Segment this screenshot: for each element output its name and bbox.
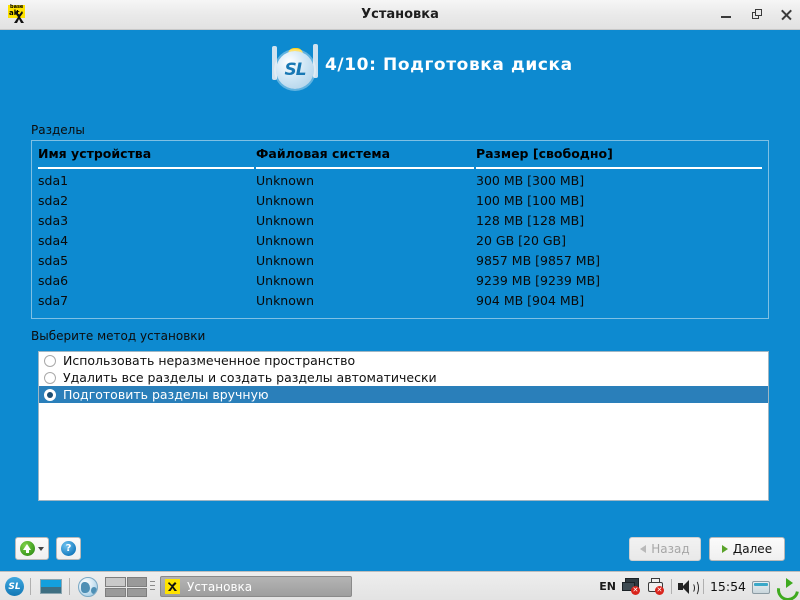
- system-tray: EN ✕ ✕ 15:54: [599, 572, 800, 600]
- volume-speaker-icon[interactable]: [677, 579, 699, 596]
- question-mark-icon: ?: [61, 541, 76, 556]
- step-title: 4/10: Подготовка диска: [325, 55, 573, 75]
- simply-linux-sl-logo-icon: SL: [268, 40, 324, 90]
- cell-filesystem: Unknown: [256, 173, 315, 188]
- cell-size: 300 MB [300 MB]: [476, 173, 585, 188]
- cell-device: sda1: [38, 173, 69, 188]
- restore-icon[interactable]: [748, 7, 764, 23]
- printer-error-icon[interactable]: ✕: [647, 578, 665, 595]
- show-desktop-icon[interactable]: [40, 579, 62, 594]
- column-header-device: Имя устройства: [38, 141, 254, 169]
- chevron-down-icon[interactable]: [38, 546, 44, 551]
- option-label: Удалить все разделы и создать разделы ав…: [63, 370, 437, 385]
- cell-device: sda3: [38, 213, 69, 228]
- cell-filesystem: Unknown: [256, 233, 315, 248]
- partitions-section-label: Разделы: [31, 123, 85, 137]
- column-header-filesystem: Файловая система: [256, 141, 474, 169]
- window-title: Установка: [361, 7, 439, 22]
- upload-log-button[interactable]: [15, 537, 49, 560]
- radio-icon[interactable]: [44, 354, 56, 367]
- cell-device: sda4: [38, 233, 69, 248]
- web-browser-icon[interactable]: [78, 577, 98, 597]
- titlebar: base alt Установка: [0, 0, 800, 30]
- removable-drive-icon[interactable]: [752, 579, 770, 595]
- cell-size: 904 MB [904 MB]: [476, 293, 585, 308]
- chevron-left-icon: [640, 545, 647, 553]
- task-button-label: Установка: [187, 579, 253, 594]
- cell-filesystem: Unknown: [256, 273, 315, 288]
- chevron-right-icon: [721, 545, 728, 553]
- cell-filesystem: Unknown: [256, 253, 315, 268]
- step-header: SL 4/10: Подготовка диска: [0, 31, 800, 93]
- install-method-option-manual[interactable]: Подготовить разделы вручную: [39, 386, 768, 403]
- basealt-logo-icon: [165, 579, 180, 594]
- installer-window: base alt Установка SL 4/10: Подготовка д…: [0, 0, 800, 600]
- table-row[interactable]: sda3 Unknown 128 MB [128 MB]: [32, 211, 768, 231]
- taskbar-separator: [30, 578, 31, 595]
- method-section-label: Выберите метод установки: [31, 329, 206, 343]
- table-row[interactable]: sda6 Unknown 9239 MB [9239 MB]: [32, 271, 768, 291]
- radio-icon-selected[interactable]: [44, 388, 56, 401]
- cell-filesystem: Unknown: [256, 213, 315, 228]
- next-button-label: Далее: [732, 542, 773, 556]
- taskbar-separator: [69, 578, 70, 595]
- task-button-installer[interactable]: Установка: [160, 576, 352, 597]
- table-row[interactable]: sda5 Unknown 9857 MB [9857 MB]: [32, 251, 768, 271]
- install-method-option-auto[interactable]: Удалить все разделы и создать разделы ав…: [39, 369, 768, 386]
- install-method-option-unallocated[interactable]: Использовать неразмеченное пространство: [39, 352, 768, 369]
- back-button[interactable]: Назад: [629, 537, 701, 561]
- table-header-row: Имя устройства Файловая система Размер […: [32, 141, 768, 171]
- install-method-list[interactable]: Использовать неразмеченное пространство …: [38, 351, 769, 501]
- pager-grip-handle[interactable]: [150, 581, 155, 592]
- next-button[interactable]: Далее: [709, 537, 785, 561]
- table-row[interactable]: sda4 Unknown 20 GB [20 GB]: [32, 231, 768, 251]
- table-row[interactable]: sda7 Unknown 904 MB [904 MB]: [32, 291, 768, 311]
- logout-power-icon[interactable]: [772, 574, 800, 600]
- workspace-pager-icon[interactable]: [105, 577, 147, 597]
- taskbar: SL Установка EN ✕ ✕ 15:54: [0, 571, 800, 600]
- table-row[interactable]: sda1 Unknown 300 MB [300 MB]: [32, 171, 768, 191]
- option-label: Использовать неразмеченное пространство: [63, 353, 356, 368]
- cell-filesystem: Unknown: [256, 293, 315, 308]
- green-up-arrow-icon: [20, 541, 35, 556]
- cell-device: sda5: [38, 253, 69, 268]
- cell-size: 9239 MB [9239 MB]: [476, 273, 601, 288]
- cell-size: 20 GB [20 GB]: [476, 233, 567, 248]
- cell-filesystem: Unknown: [256, 193, 315, 208]
- table-row[interactable]: sda2 Unknown 100 MB [100 MB]: [32, 191, 768, 211]
- partitions-table: Имя устройства Файловая система Размер […: [31, 140, 769, 319]
- window-controls: [718, 0, 794, 30]
- application-menu-icon[interactable]: SL: [5, 577, 24, 596]
- cell-size: 128 MB [128 MB]: [476, 213, 585, 228]
- cell-device: sda7: [38, 293, 69, 308]
- keyboard-layout-indicator[interactable]: EN: [599, 580, 616, 593]
- clock[interactable]: 15:54: [710, 579, 746, 594]
- cell-device: sda6: [38, 273, 69, 288]
- tray-separator: [670, 579, 672, 594]
- cell-device: sda2: [38, 193, 69, 208]
- cell-size: 9857 MB [9857 MB]: [476, 253, 601, 268]
- minimize-icon[interactable]: [718, 7, 734, 23]
- column-header-size: Размер [свободно]: [476, 141, 762, 169]
- table-body: sda1 Unknown 300 MB [300 MB] sda2 Unknow…: [32, 171, 768, 311]
- tray-separator: [702, 579, 704, 594]
- cell-size: 100 MB [100 MB]: [476, 193, 585, 208]
- radio-icon[interactable]: [44, 371, 56, 384]
- close-icon[interactable]: [778, 7, 794, 23]
- option-label: Подготовить разделы вручную: [63, 387, 269, 402]
- back-button-label: Назад: [651, 542, 690, 556]
- network-disconnected-icon[interactable]: ✕: [621, 578, 641, 595]
- help-button[interactable]: ?: [56, 537, 81, 560]
